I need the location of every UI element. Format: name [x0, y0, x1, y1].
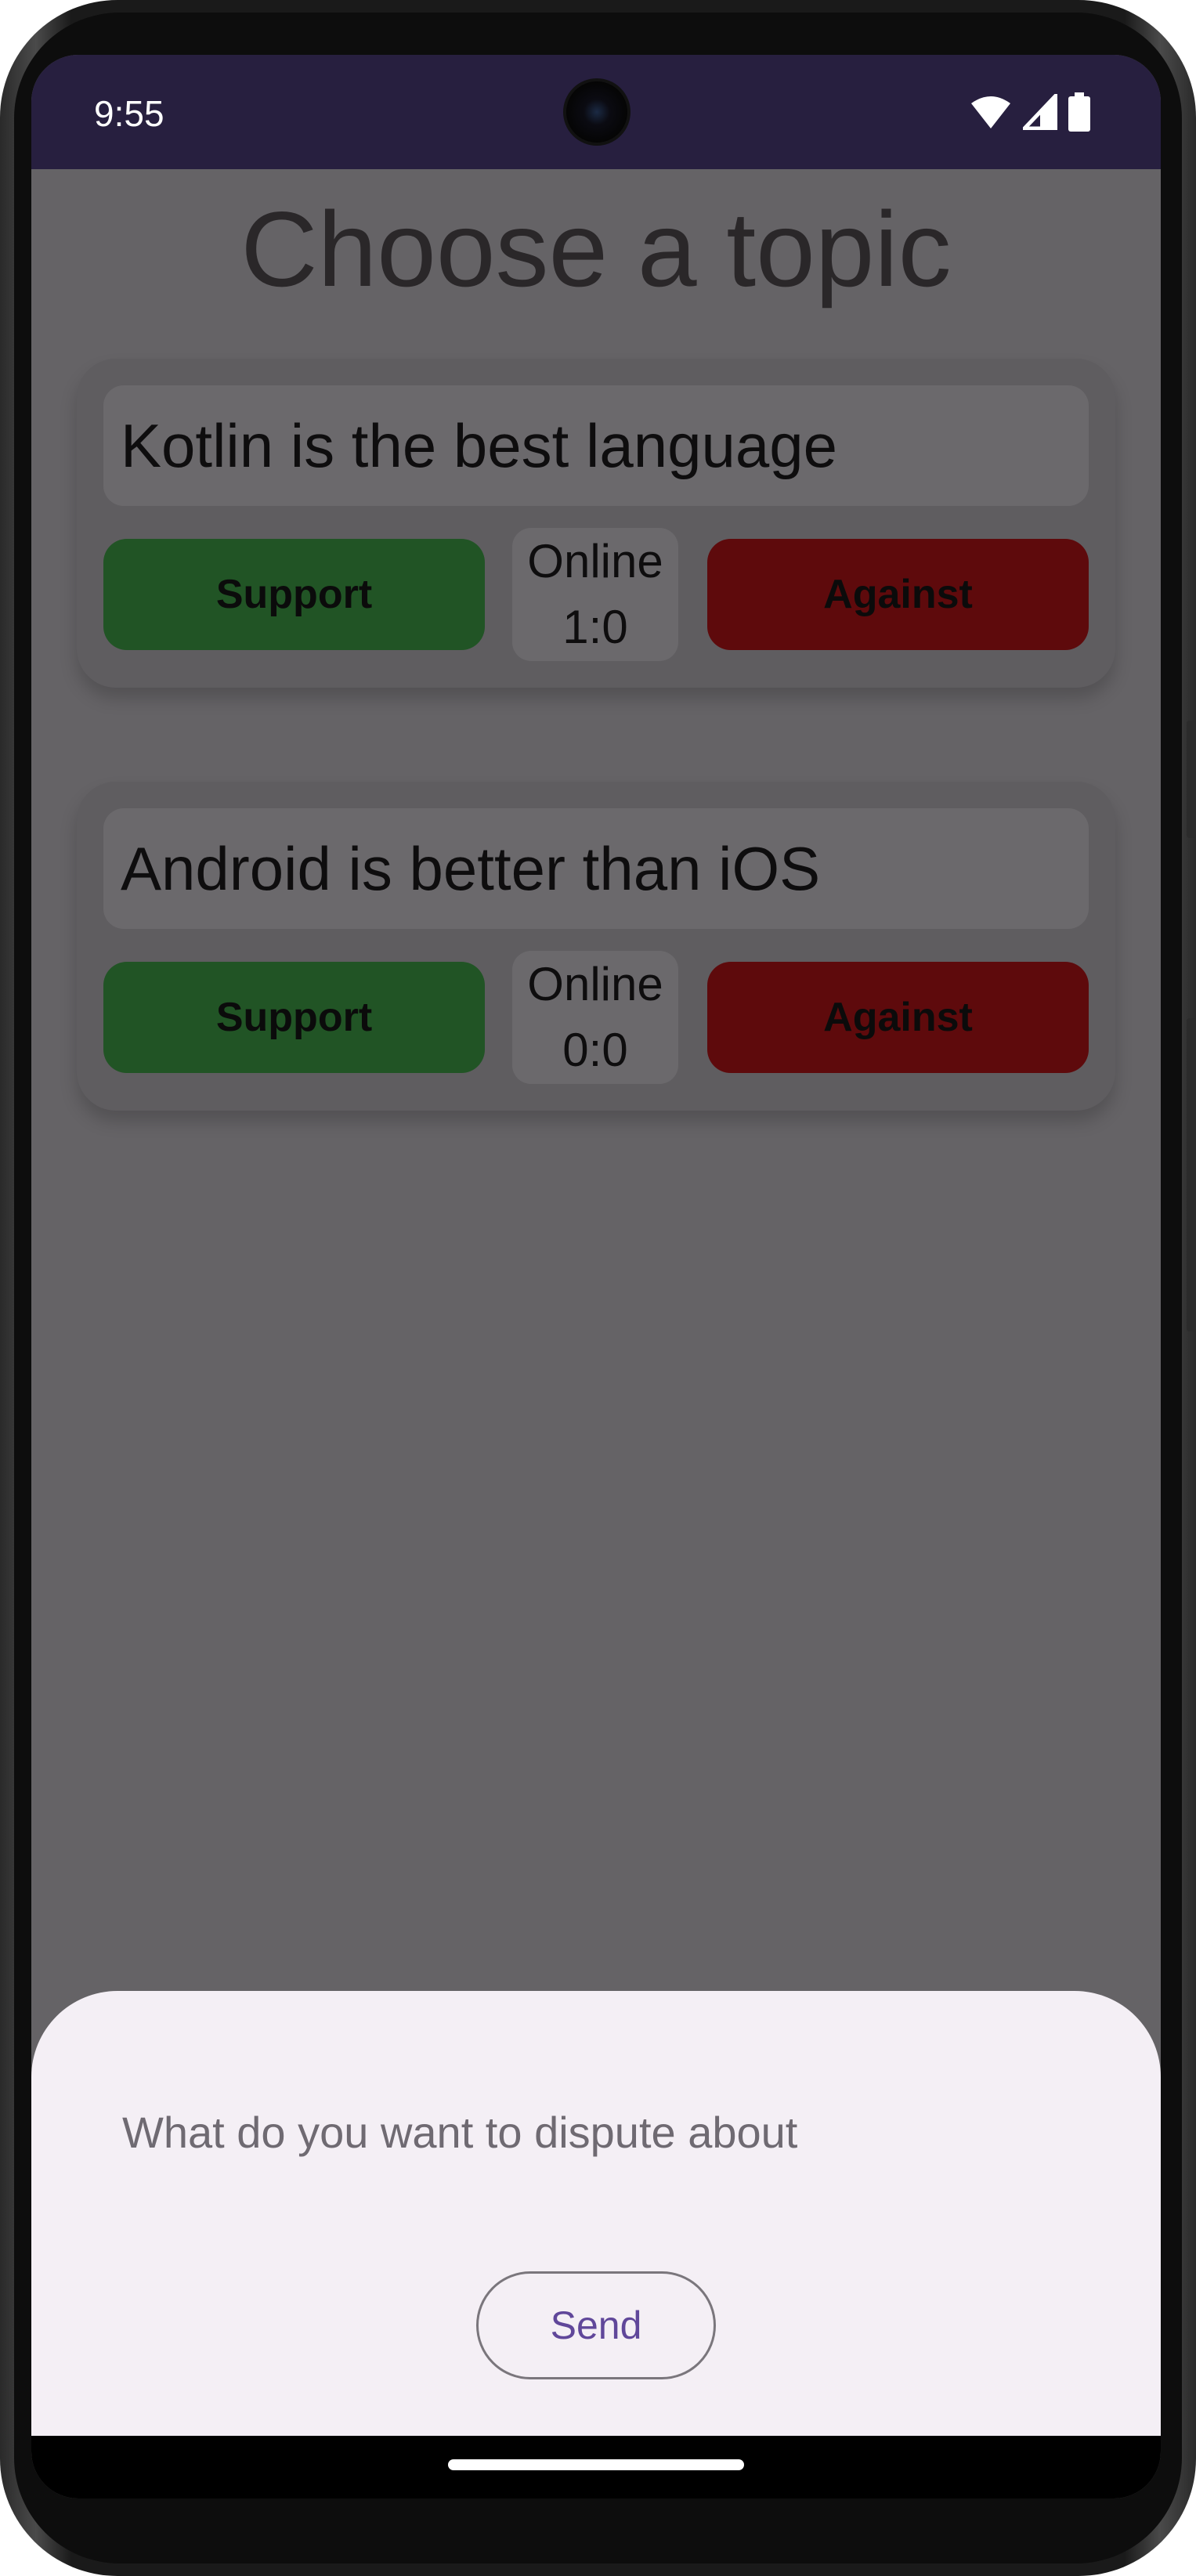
dispute-topic-input[interactable]	[121, 2093, 1061, 2171]
signal-icon	[1020, 90, 1058, 134]
bottom-sheet: Send	[31, 1991, 1161, 2445]
front-camera	[563, 78, 631, 146]
topic-title: Kotlin is the best language	[103, 385, 1089, 506]
status-icons	[970, 90, 1090, 135]
status-bar: 9:55	[31, 55, 1161, 169]
send-button[interactable]: Send	[476, 2271, 716, 2379]
battery-icon	[1068, 92, 1090, 135]
device-frame: 9:55 Choose a topic Kotlin is the best l…	[0, 0, 1196, 2576]
topic-card: Android is better than iOS Support Onlin…	[77, 782, 1115, 1111]
score-value: 0:0	[562, 1024, 628, 1076]
online-label: Online	[527, 958, 663, 1010]
navigation-bar	[31, 2436, 1161, 2498]
online-score-box: Online 0:0	[512, 951, 678, 1084]
support-button[interactable]: Support	[103, 962, 485, 1073]
home-gesture-handle[interactable]	[448, 2459, 744, 2470]
online-score-box: Online 1:0	[512, 528, 678, 661]
support-button[interactable]: Support	[103, 539, 485, 650]
topic-card: Kotlin is the best language Support Onli…	[77, 359, 1115, 688]
online-label: Online	[527, 535, 663, 587]
against-button[interactable]: Against	[707, 539, 1089, 650]
topic-title: Android is better than iOS	[103, 808, 1089, 929]
volume-button	[1187, 721, 1196, 838]
status-time: 9:55	[94, 93, 164, 134]
page-title: Choose a topic	[240, 190, 952, 309]
score-value: 1:0	[562, 601, 628, 653]
screen: 9:55 Choose a topic Kotlin is the best l…	[31, 55, 1161, 2498]
power-button	[1187, 1018, 1196, 1331]
wifi-icon	[970, 94, 1012, 134]
against-button[interactable]: Against	[707, 962, 1089, 1073]
